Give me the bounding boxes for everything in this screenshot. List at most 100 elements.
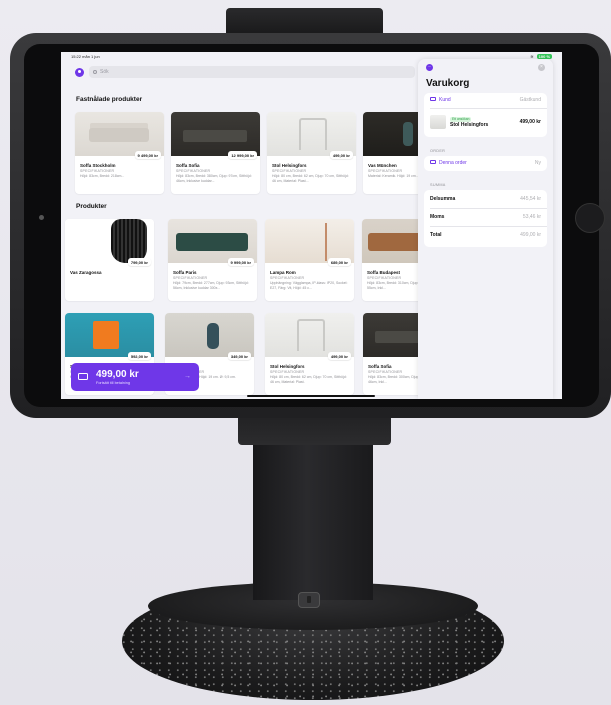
price-tag: 9 499,00 kr [134,151,161,159]
order-row[interactable]: Denna order Ny [430,160,541,166]
price-tag: 499,00 kr [327,352,351,360]
product-name: Vas Zaragossa [70,270,102,275]
spec-label: SPECIFIKATIONER [173,276,208,280]
product-card[interactable]: 689,00 kr Lampa Rom SPECIFIKATIONER Upph… [265,219,354,301]
customer-row[interactable]: Kund Gästkund [430,97,541,103]
search-icon [93,70,97,74]
spec-label: SPECIFIKATIONER [270,276,305,280]
spec-label: SPECIFIKATIONER [368,370,403,374]
order-label: Denna order [439,160,467,166]
product-card[interactable]: 499,00 kr Stol Helsingfors SPECIFIKATION… [265,313,354,395]
product-name: Vas München [368,163,397,168]
product-image [65,219,154,263]
product-image [168,219,257,263]
customer-icon [430,97,436,101]
product-image [171,112,260,156]
cart-title: Varukorg [426,78,470,89]
cart-item-price: 499,00 kr [519,119,541,125]
home-indicator[interactable] [247,395,375,397]
vat-value: 53,46 kr [522,214,541,220]
product-card[interactable]: 9 499,00 kr Soffa Stockholm SPECIFIKATIO… [75,112,164,194]
product-image [75,112,164,156]
product-desc: Höjd: 80 cm, Bredd: 62 cm, Djup: 70 cm, … [270,375,347,384]
product-desc: Höjd: 80 cm, Bredd: 62 cm, Djup: 70 cm, … [272,174,349,183]
checkout-button[interactable]: 499,00 kr Fortsätt till betalning → [71,363,199,391]
cart-top-bar: ··· × [426,64,545,72]
product-image [265,313,354,357]
search-input[interactable]: Sök [89,66,415,78]
price-tag: 799,00 kr [127,258,151,266]
subtotal-row: Delsumma 445,54 kr [430,196,541,202]
divider [430,108,547,109]
spec-label: SPECIFIKATIONER [80,169,115,173]
lock-icon [298,592,320,608]
status-left: 15:22 mån 1 jun [71,54,100,59]
product-image [267,112,356,156]
product-desc: Höjd: 83cm, Bredd: 380cm, Djup: 97cm, Si… [176,174,252,183]
total-label: Total [430,232,442,238]
checkout-amount: 499,00 kr [96,369,139,380]
order-icon [430,160,436,164]
product-card[interactable]: 12 999,00 kr Soffa Sofia SPECIFIKATIONER… [171,112,260,194]
divider [430,226,547,227]
product-name: Stol Helsingfors [270,364,305,369]
sum-group: Delsumma 445,54 kr Moms 53,46 kr Total 4… [424,190,547,247]
customer-value: Gästkund [519,97,541,103]
product-card[interactable]: 9 999,00 kr Soffa Paris SPECIFIKATIONER … [168,219,257,301]
cart-panel: ··· × Varukorg Kund Gästkund Ett ansökan… [418,59,553,399]
total-value: 499,00 kr [520,232,541,238]
sum-heading: SUMMA [430,183,446,187]
user-avatar-icon[interactable] [75,67,84,77]
customer-group: Kund Gästkund Ett ansökan Stol Helsingfo… [424,93,547,137]
camera-icon [39,215,44,220]
arrow-right-icon: → [184,373,191,380]
product-name: Stol Helsingfors [272,163,307,168]
price-tag: 592,00 kr [127,352,151,360]
product-card[interactable]: 499,00 kr Stol Helsingfors SPECIFIKATION… [267,112,356,194]
order-group: Denna order Ny [424,156,547,171]
subtotal-value: 445,54 kr [520,196,541,202]
cart-item-badge: Ett ansökan [450,116,472,122]
product-name: Soffa Budapest [367,270,401,275]
spec-label: SPECIFIKATIONER [367,276,402,280]
spec-label: SPECIFIKATIONER [176,169,211,173]
order-value: Ny [534,160,541,166]
featured-section-title: Fastnålade produkter [76,96,143,103]
cart-item-info: Ett ansökan Stol Helsingfors [430,115,488,129]
home-button[interactable] [575,203,605,233]
product-name: Soffa Stockholm [80,163,116,168]
product-name: Lampa Rom [270,270,296,275]
order-heading: ORDER [430,149,446,153]
product-name: Soffa Sofia [176,163,200,168]
product-name: Soffa Sofia [368,364,392,369]
search-placeholder: Sök [100,69,109,75]
price-tag: 12 999,00 kr [228,151,257,159]
cart-item-row[interactable]: Ett ansökan Stol Helsingfors 499,00 kr [430,113,541,131]
spec-label: SPECIFIKATIONER [368,169,403,173]
product-image [265,219,354,263]
vat-row: Moms 53,46 kr [430,214,541,220]
more-icon[interactable]: ··· [426,64,433,71]
product-name: Soffa Paris [173,270,197,275]
cart-item-name: Stol Helsingfors [450,122,489,128]
subtotal-label: Delsumma [430,196,456,202]
close-icon[interactable]: × [538,64,545,71]
credit-card-icon [78,373,88,380]
price-tag: 349,00 kr [227,352,251,360]
product-desc: Höjd: 79cm, Bredd: 277cm, Djup: 93cm, Si… [173,281,249,290]
price-tag: 9 999,00 kr [227,258,254,266]
order-label-wrap: Denna order [430,160,467,166]
product-image [65,313,154,357]
product-card[interactable]: 799,00 kr Vas Zaragossa [65,219,154,301]
customer-label-wrap: Kund [430,97,451,103]
products-section-title: Produkter [76,203,107,210]
status-time: 15:22 [71,54,82,59]
vat-label: Moms [430,214,445,220]
price-tag: 689,00 kr [327,258,351,266]
total-row: Total 499,00 kr [430,232,541,238]
spec-label: SPECIFIKATIONER [270,370,305,374]
product-desc: Höjd: 83cm, Bredd: 218cm... [80,174,125,178]
stand-neck [253,440,373,600]
spec-label: SPECIFIKATIONER [272,169,307,173]
product-desc: Upphängning: Vägglampa, IP-klass: IP20, … [270,281,348,290]
